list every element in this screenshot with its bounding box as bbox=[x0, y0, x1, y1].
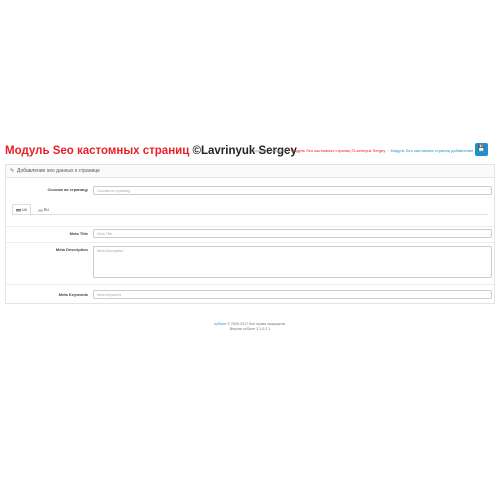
breadcrumb-module[interactable]: Модуль Seo кастомных страниц ©Lavrinyuk … bbox=[291, 148, 386, 153]
meta-description-label: Meta Description bbox=[55, 247, 88, 252]
meta-keywords-input[interactable]: Meta Keywords bbox=[93, 290, 492, 299]
breadcrumb-separator: / bbox=[268, 148, 270, 153]
meta-description-row: Meta Description Meta Description bbox=[6, 242, 494, 285]
url-label: Ссылка на страницу bbox=[47, 187, 88, 192]
panel-heading-text: Добавление seo данных к странице bbox=[17, 168, 100, 174]
footer: ocStore © 2009-2017 Все права защищены. … bbox=[0, 322, 500, 332]
url-row: Ссылка на страницу Ссылка на страницу UA… bbox=[6, 177, 494, 227]
meta-title-input[interactable]: Meta Title bbox=[93, 229, 492, 238]
meta-description-textarea[interactable]: Meta Description bbox=[93, 246, 492, 278]
meta-keywords-label: Meta Keywords bbox=[58, 292, 88, 297]
meta-keywords-row: Meta Keywords Meta Keywords bbox=[6, 284, 494, 303]
breadcrumb-home[interactable]: Главная bbox=[251, 148, 266, 153]
footer-version: Версия ocStore 2.1.0.2.1 bbox=[229, 327, 271, 331]
breadcrumb-modules[interactable]: Модули bbox=[271, 148, 285, 153]
breadcrumb-separator: / bbox=[387, 148, 389, 153]
flag-ua-icon bbox=[16, 208, 21, 212]
language-tabs-divider bbox=[12, 214, 488, 215]
footer-copyright: © 2009-2017 Все права защищены. bbox=[226, 322, 287, 326]
page: Модуль Seo кастомных страниц ©Lavrinyuk … bbox=[0, 0, 500, 500]
breadcrumb-separator: / bbox=[287, 148, 289, 153]
flag-ru-icon bbox=[37, 208, 43, 212]
meta-title-label: Meta Title bbox=[69, 231, 88, 236]
seo-form-panel: ✎ Добавление seo данных к странице Ссылка… bbox=[5, 164, 495, 304]
language-tabs: UA RU bbox=[12, 204, 56, 216]
breadcrumb-add[interactable]: Модуль Seo кастомных страниц добавление bbox=[390, 148, 473, 153]
meta-title-row: Meta Title Meta Title bbox=[6, 226, 494, 243]
language-tab-ua-label: UA bbox=[22, 208, 27, 212]
save-icon: 💾 bbox=[477, 146, 486, 152]
breadcrumb: Главная / Модули / Модуль Seo кастомных стра… bbox=[251, 147, 473, 155]
page-header: Модуль Seo кастомных страниц ©Lavrinyuk … bbox=[5, 141, 495, 163]
page-title-main: Модуль Seo кастомных страниц bbox=[5, 145, 193, 157]
url-input[interactable]: Ссылка на страницу bbox=[93, 186, 492, 195]
save-button[interactable]: 💾 bbox=[475, 143, 488, 156]
pencil-icon: ✎ bbox=[10, 168, 15, 174]
language-tab-ru-label: RU bbox=[43, 208, 49, 212]
footer-brand-link[interactable]: ocStore bbox=[214, 322, 226, 326]
